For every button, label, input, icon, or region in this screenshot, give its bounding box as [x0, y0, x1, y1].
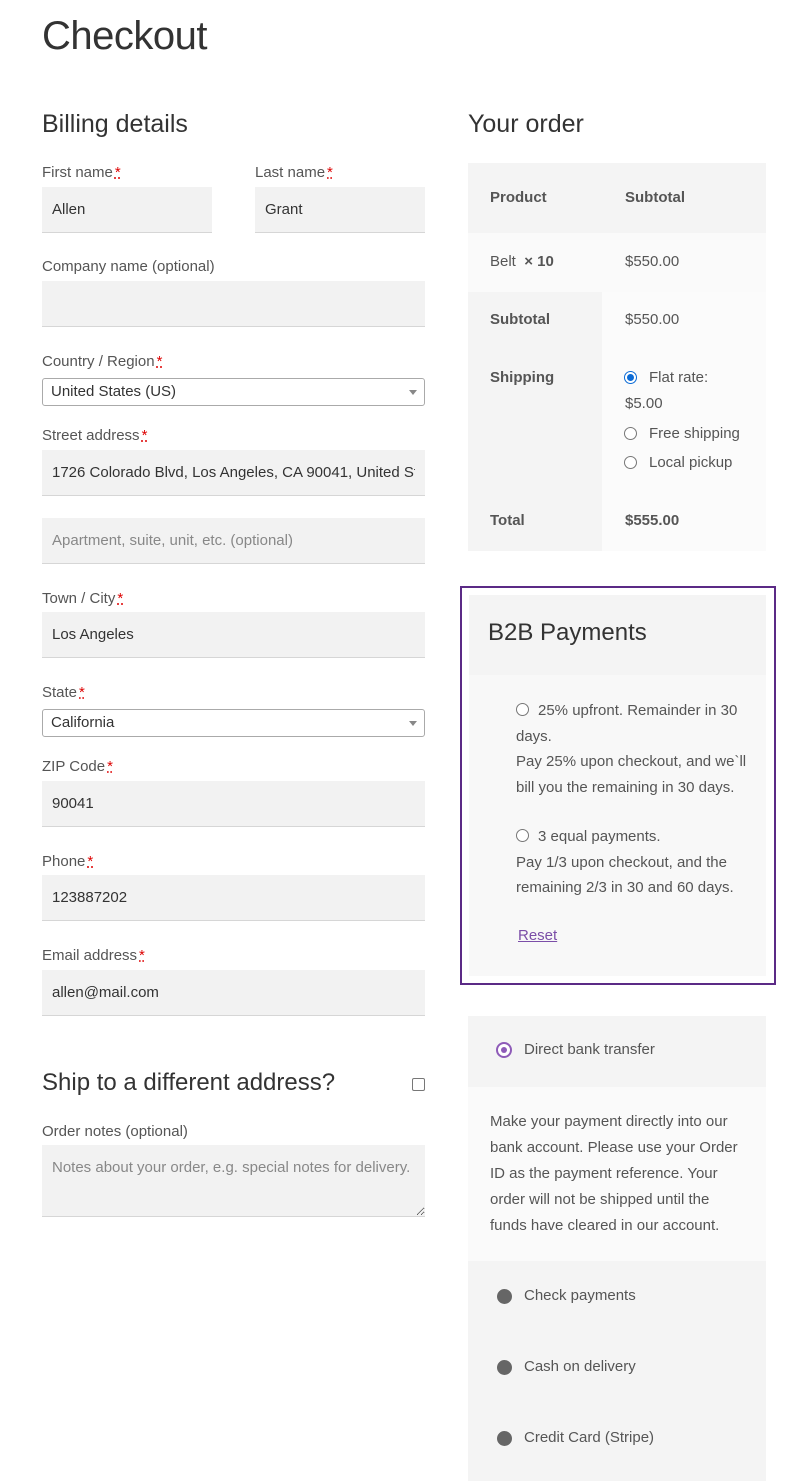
shipping-label: Shipping [490, 369, 555, 386]
bank-desc-line: ID as the payment reference. Your [490, 1165, 718, 1182]
zip-label: ZIP Code * [42, 758, 113, 775]
ship-different-title: Ship to a different address? [42, 1069, 336, 1096]
bank-desc-line: Make your payment directly into our [490, 1113, 728, 1130]
page-title: Checkout [42, 14, 207, 58]
bank-desc-line: bank account. Please use your Order [490, 1139, 738, 1156]
order-notes-textarea[interactable] [42, 1145, 425, 1217]
payment-stripe-label: Credit Card (Stripe) [524, 1429, 655, 1446]
last-name-input[interactable] [255, 187, 425, 233]
state-select-value: California [51, 714, 115, 731]
b2b-option-upfront-title-cont: days. [516, 727, 552, 745]
shipping-flat-rate-price: $5.00 [625, 395, 663, 412]
order-item-name: Belt × 10 [490, 253, 554, 270]
apartment-input[interactable] [42, 518, 425, 564]
company-input[interactable] [42, 281, 425, 327]
shipping-local-pickup-radio[interactable] [624, 456, 637, 469]
order-labels-column [468, 292, 602, 551]
order-title: Your order [468, 110, 584, 138]
shipping-free-radio[interactable] [624, 427, 637, 440]
city-input[interactable] [42, 612, 425, 658]
b2b-option-equal-title: 3 equal payments. [538, 828, 661, 845]
phone-label: Phone * [42, 853, 94, 870]
bank-desc-line: order will not be shipped until the [490, 1191, 710, 1208]
b2b-option-upfront-title: 25% upfront. Remainder in 30 [538, 702, 738, 719]
first-name-label: First name * [42, 164, 121, 181]
bank-desc-line: funds have cleared in our account. [490, 1217, 720, 1234]
b2b-reset-link[interactable]: Reset [518, 927, 557, 944]
last-name-label: Last name * [255, 164, 333, 181]
payment-cod-label: Cash on delivery [524, 1358, 636, 1375]
chevron-down-icon [409, 721, 417, 726]
payment-bank-transfer-radio[interactable] [496, 1042, 512, 1058]
company-label: Company name (optional) [42, 258, 215, 275]
shipping-free-label: Free shipping [649, 425, 740, 442]
b2b-option-upfront-desc-cont: bill you the remaining in 30 days. [516, 778, 735, 796]
payment-check-label: Check payments [524, 1287, 636, 1304]
street-address-input[interactable] [42, 450, 425, 496]
total-label: Total [490, 512, 525, 529]
state-select[interactable]: California [42, 709, 425, 737]
billing-title: Billing details [42, 110, 188, 138]
street-label: Street address * [42, 427, 148, 444]
email-input[interactable] [42, 970, 425, 1016]
country-select[interactable]: United States (US) [42, 378, 425, 406]
email-label: Email address * [42, 947, 145, 964]
b2b-option-equal: 3 equal payments. Pay 1/3 upon checkout,… [516, 824, 756, 901]
total-value: $555.00 [625, 512, 680, 529]
shipping-flat-rate-label: Flat rate: [649, 369, 709, 386]
bank-transfer-description: Make your payment directly into our bank… [490, 1109, 750, 1239]
b2b-payments-title: B2B Payments [488, 619, 647, 646]
country-select-value: United States (US) [51, 383, 177, 400]
ship-different-checkbox[interactable] [412, 1078, 425, 1091]
payment-cod-radio[interactable] [497, 1360, 512, 1375]
order-item-price: $550.00 [625, 253, 680, 270]
b2b-option-upfront: 25% upfront. Remainder in 30 days. Pay 2… [516, 698, 756, 800]
payment-bank-transfer-label: Direct bank transfer [524, 1041, 655, 1058]
first-name-input[interactable] [42, 187, 212, 233]
b2b-option-upfront-desc: Pay 25% upon checkout, and we`ll [516, 753, 747, 770]
country-label: Country / Region * [42, 353, 163, 370]
b2b-option-equal-desc: Pay 1/3 upon checkout, and the [516, 853, 727, 871]
payment-check-radio[interactable] [497, 1289, 512, 1304]
shipping-local-pickup-label: Local pickup [649, 454, 733, 471]
product-column-header: Product [490, 189, 547, 206]
order-notes-label: Order notes (optional) [42, 1123, 188, 1140]
subtotal-column-header: Subtotal [625, 189, 685, 206]
state-label: State * [42, 684, 85, 701]
city-label: Town / City * [42, 590, 124, 607]
phone-input[interactable] [42, 875, 425, 921]
subtotal-label: Subtotal [490, 311, 550, 328]
payment-stripe-radio[interactable] [497, 1431, 512, 1446]
zip-input[interactable] [42, 781, 425, 827]
chevron-down-icon [409, 390, 417, 395]
b2b-option-equal-desc-cont: remaining 2/3 in 30 and 60 days. [516, 879, 734, 896]
shipping-flat-rate-radio[interactable] [624, 371, 637, 384]
subtotal-value: $550.00 [625, 311, 680, 328]
